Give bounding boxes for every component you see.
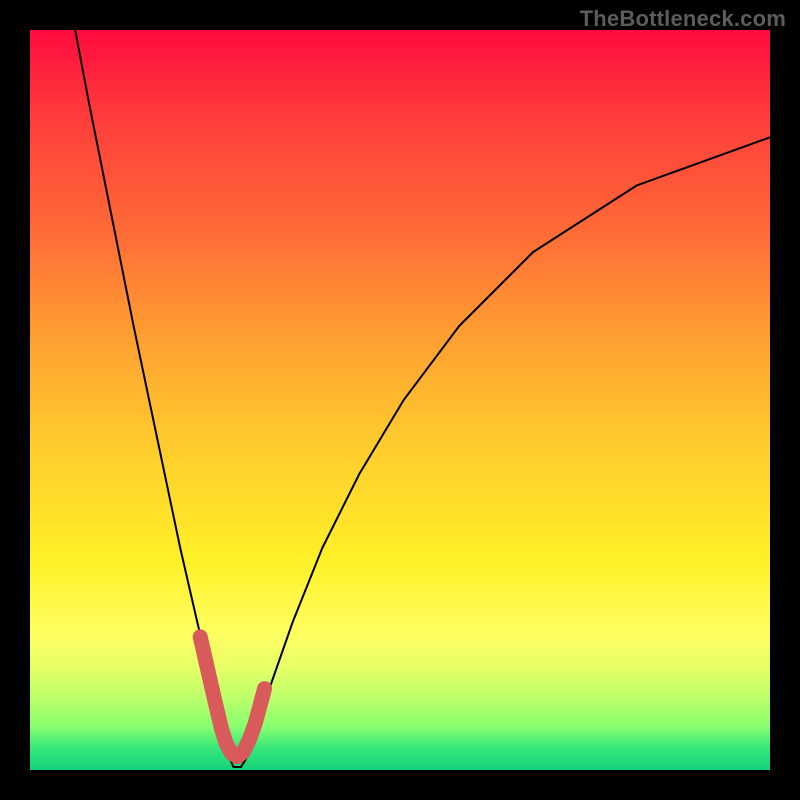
bottleneck-curve-path: [75, 30, 770, 767]
bottleneck-chart: [30, 30, 770, 770]
highlight-band-path: [200, 637, 264, 757]
watermark-text: TheBottleneck.com: [580, 6, 786, 32]
